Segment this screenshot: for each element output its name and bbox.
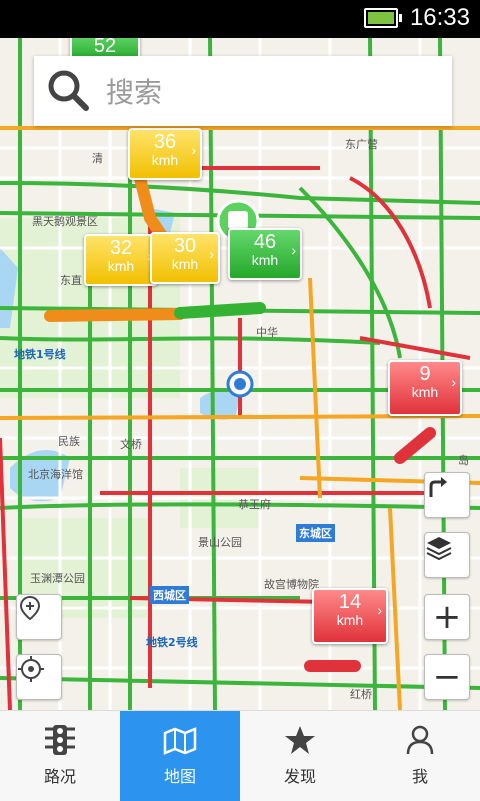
tab-label: 路况 xyxy=(43,767,76,786)
speed-unit: kmh xyxy=(171,256,199,272)
map-label: 东直 xyxy=(60,274,82,287)
map-label: 故宫博物院 xyxy=(264,578,319,591)
search-bar[interactable]: 搜索 xyxy=(34,56,452,126)
traffic-light-icon xyxy=(45,725,75,755)
speed-value: 9 xyxy=(419,363,431,385)
map-label: 东广营 xyxy=(345,138,378,151)
locate-icon xyxy=(18,656,44,682)
star-icon xyxy=(285,726,315,754)
map-label-district: 东城区 xyxy=(296,524,335,542)
add-location-icon xyxy=(19,595,41,621)
tab-discover[interactable]: 发现 xyxy=(240,711,360,801)
speed-value: 36 xyxy=(153,131,177,153)
speed-marker[interactable]: 36 kmh › xyxy=(128,128,202,180)
speed-unit: kmh xyxy=(336,612,364,628)
zoom-in-button[interactable]: + xyxy=(424,594,470,640)
battery-icon xyxy=(364,8,402,28)
speed-marker[interactable]: 14 kmh › xyxy=(312,588,388,644)
speed-unit: kmh xyxy=(251,252,279,268)
map-label: 民族 xyxy=(58,435,80,448)
chevron-right-icon: › xyxy=(291,242,296,258)
search-placeholder: 搜索 xyxy=(106,76,163,109)
map-label-district: 西城区 xyxy=(150,586,189,604)
status-bar: 16:33 xyxy=(0,0,480,38)
tab-label: 地图 xyxy=(163,767,196,786)
map-icon xyxy=(163,727,197,755)
speed-value: 32 xyxy=(109,237,133,259)
speed-value: 46 xyxy=(253,231,277,253)
bottom-tab-bar: 路况 地图 发现 我 xyxy=(0,710,480,801)
speed-marker[interactable]: 9 kmh › xyxy=(388,360,462,416)
tab-label: 我 xyxy=(411,767,428,786)
map-label: 恭王府 xyxy=(238,498,271,511)
status-time: 16:33 xyxy=(409,4,470,31)
minus-icon: − xyxy=(432,657,462,697)
map-label: 中华 xyxy=(256,326,278,339)
speed-value: 52 xyxy=(93,38,117,57)
chevron-right-icon: › xyxy=(451,374,456,390)
speed-value: 30 xyxy=(173,235,197,257)
speed-marker[interactable]: 32 kmh › xyxy=(84,234,158,286)
layers-icon xyxy=(426,537,452,561)
zoom-out-button[interactable]: − xyxy=(424,654,470,700)
search-icon xyxy=(48,70,89,111)
layers-button[interactable] xyxy=(424,532,470,578)
map-label: 岛 xyxy=(458,454,469,467)
speed-unit: kmh xyxy=(107,258,135,274)
chevron-right-icon: › xyxy=(377,602,382,618)
map-label-metro: 地铁2号线 xyxy=(146,636,198,649)
map-label: 红桥 xyxy=(350,688,372,701)
chevron-right-icon: › xyxy=(209,246,214,262)
tab-me[interactable]: 我 xyxy=(360,711,480,801)
locate-button[interactable] xyxy=(16,654,62,700)
speed-value: 14 xyxy=(338,591,362,613)
add-location-button[interactable] xyxy=(16,594,62,640)
map-label: 玉渊潭公园 xyxy=(30,572,85,585)
map-label: 北京海洋馆 xyxy=(28,468,83,481)
tab-map[interactable]: 地图 xyxy=(120,711,240,801)
speed-marker[interactable]: 30 kmh › xyxy=(150,232,220,284)
chevron-right-icon: › xyxy=(191,142,196,158)
map-view[interactable]: 黑天鹅观景区 东直 地铁1号线 民族 北京海洋馆 文桥 恭王府 景山公园 东城区… xyxy=(0,38,480,710)
map-label: 清 xyxy=(92,152,103,165)
map-label-metro: 地铁1号线 xyxy=(14,348,66,361)
speed-marker[interactable]: 46 kmh › xyxy=(228,228,302,280)
map-label: 景山公园 xyxy=(198,536,242,549)
route-button[interactable] xyxy=(424,472,470,518)
speed-unit: kmh xyxy=(151,152,179,168)
map-label: 黑天鹅观景区 xyxy=(32,215,98,228)
route-turn-icon xyxy=(429,477,447,497)
person-icon xyxy=(406,725,434,755)
speed-unit: kmh xyxy=(411,384,439,400)
map-label: 文桥 xyxy=(120,438,142,451)
tab-label: 发现 xyxy=(283,767,316,786)
tab-traffic[interactable]: 路况 xyxy=(0,711,120,801)
plus-icon: + xyxy=(432,597,462,637)
